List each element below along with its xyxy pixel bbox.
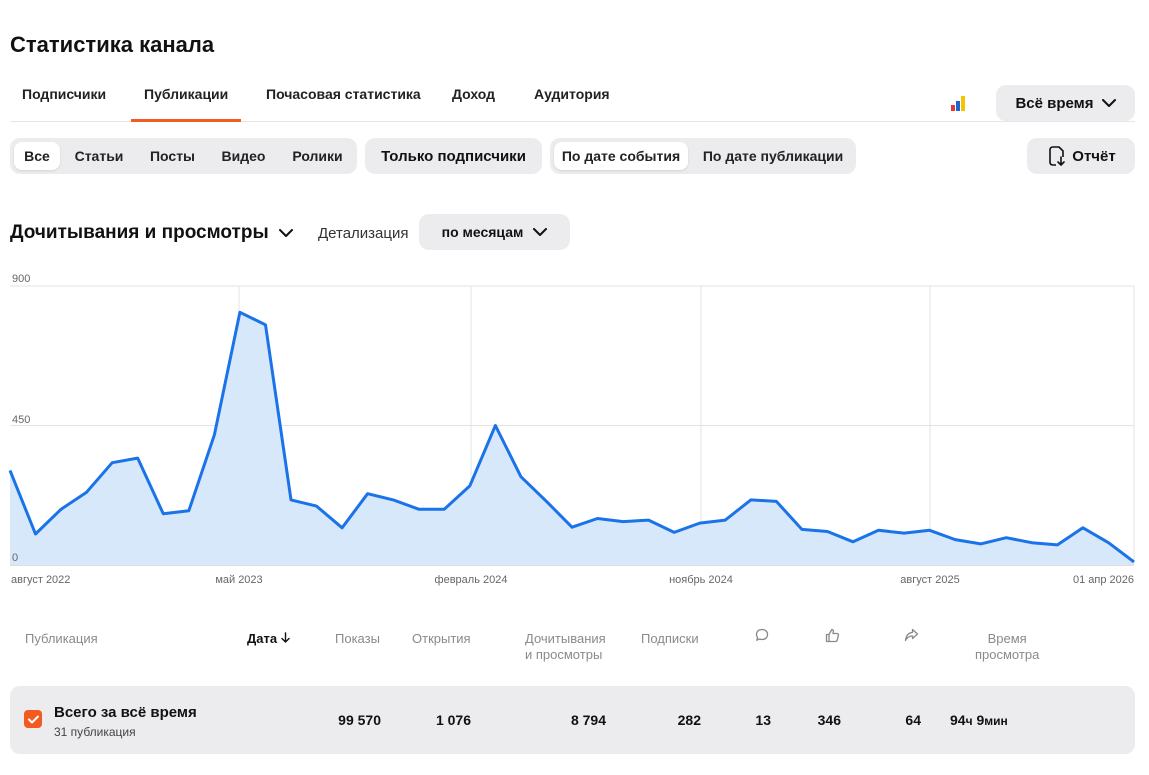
totals-subtitle: 31 публикация	[54, 725, 136, 739]
tab-publications[interactable]: Публикации	[130, 86, 242, 122]
period-dropdown[interactable]: Всё время	[996, 85, 1135, 121]
total-likes: 346	[817, 712, 841, 728]
x-tick-label: август 2022	[11, 574, 70, 586]
y-tick-0: 0	[12, 552, 18, 564]
comment-icon	[755, 628, 769, 641]
total-time-hours-unit: ч	[965, 714, 973, 728]
col-watch-time[interactable]: Время просмотра	[975, 631, 1039, 663]
totals-title: Всего за всё время	[54, 704, 197, 721]
content-type-filter: Все Статьи Посты Видео Ролики	[10, 138, 357, 174]
filter-posts[interactable]: Посты	[140, 142, 205, 170]
period-label: Всё время	[1015, 94, 1094, 112]
total-comments: 13	[755, 712, 771, 728]
totals-checkbox[interactable]	[24, 710, 42, 728]
report-label: Отчёт	[1072, 147, 1116, 165]
col-reads-line1: Дочитывания	[525, 631, 606, 646]
col-comments[interactable]	[755, 628, 769, 646]
reads-views-chart: 900 450 0 август 2022 май 2023 февраль 2…	[8, 273, 1135, 586]
detail-label: Детализация	[318, 225, 409, 242]
total-watch-time: 94ч 9мин	[950, 712, 1045, 728]
total-shares: 64	[905, 712, 921, 728]
total-subscriptions: 282	[677, 712, 701, 728]
metric-selector[interactable]: Дочитывания и просмотры	[10, 222, 293, 244]
share-arrow-icon	[904, 628, 919, 642]
date-mode-event[interactable]: По дате события	[554, 142, 688, 170]
filter-shorts[interactable]: Ролики	[282, 142, 353, 170]
col-shares[interactable]	[904, 628, 919, 646]
total-time-hours: 94	[950, 712, 966, 728]
report-button[interactable]: Отчёт	[1027, 138, 1135, 174]
col-time-line1: Время	[987, 631, 1027, 646]
total-impressions: 99 570	[338, 712, 381, 728]
col-date-label: Дата	[247, 631, 278, 646]
col-publication[interactable]: Публикация	[25, 631, 98, 647]
col-reads[interactable]: Дочитывания и просмотры	[525, 631, 606, 663]
x-tick-label: 01 апр 2026	[1073, 574, 1134, 586]
filter-all[interactable]: Все	[14, 142, 60, 170]
tab-income[interactable]: Доход	[452, 86, 495, 102]
col-impressions[interactable]: Показы	[335, 631, 380, 647]
total-time-minutes-unit: мин	[984, 714, 1008, 728]
document-download-icon	[1049, 146, 1066, 166]
thumbs-up-icon	[825, 628, 840, 643]
detail-value: по месяцам	[441, 224, 524, 240]
check-icon	[27, 715, 39, 723]
col-subscriptions[interactable]: Подписки	[641, 631, 699, 647]
tab-hourly[interactable]: Почасовая статистика	[266, 86, 421, 102]
subscribers-only-toggle[interactable]: Только подписчики	[365, 138, 542, 174]
x-tick-label: февраль 2024	[435, 574, 508, 586]
page-title: Статистика канала	[10, 32, 215, 57]
chevron-down-icon	[1101, 98, 1116, 107]
col-time-line2: просмотра	[975, 647, 1040, 662]
chevron-down-icon	[278, 228, 293, 237]
y-tick-450: 450	[12, 414, 30, 426]
date-mode-publication[interactable]: По дате публикации	[694, 142, 852, 170]
tab-subscribers[interactable]: Подписчики	[22, 86, 106, 102]
totals-row: Всего за всё время 31 публикация 99 570 …	[10, 686, 1135, 754]
detail-dropdown[interactable]: по месяцам	[419, 214, 570, 250]
metric-title: Дочитывания и просмотры	[10, 222, 269, 243]
date-mode-filter: По дате события По дате публикации	[550, 138, 856, 174]
total-reads: 8 794	[570, 712, 606, 728]
total-opens: 1 076	[435, 712, 471, 728]
tab-audience[interactable]: Аудитория	[534, 86, 610, 102]
x-tick-label: август 2025	[900, 574, 959, 586]
chevron-down-icon	[533, 227, 548, 236]
filter-video[interactable]: Видео	[212, 142, 275, 170]
x-tick-label: май 2023	[215, 574, 262, 586]
filter-articles[interactable]: Статьи	[66, 142, 132, 170]
col-opens[interactable]: Открытия	[412, 631, 471, 647]
x-tick-label: ноябрь 2024	[669, 574, 733, 586]
col-reads-line2: и просмотры	[525, 647, 603, 662]
col-likes[interactable]	[825, 628, 840, 647]
y-tick-900: 900	[12, 273, 30, 285]
sort-arrow-down-icon	[281, 632, 290, 643]
col-date[interactable]: Дата	[247, 631, 290, 647]
stats-logo-icon	[951, 95, 969, 111]
